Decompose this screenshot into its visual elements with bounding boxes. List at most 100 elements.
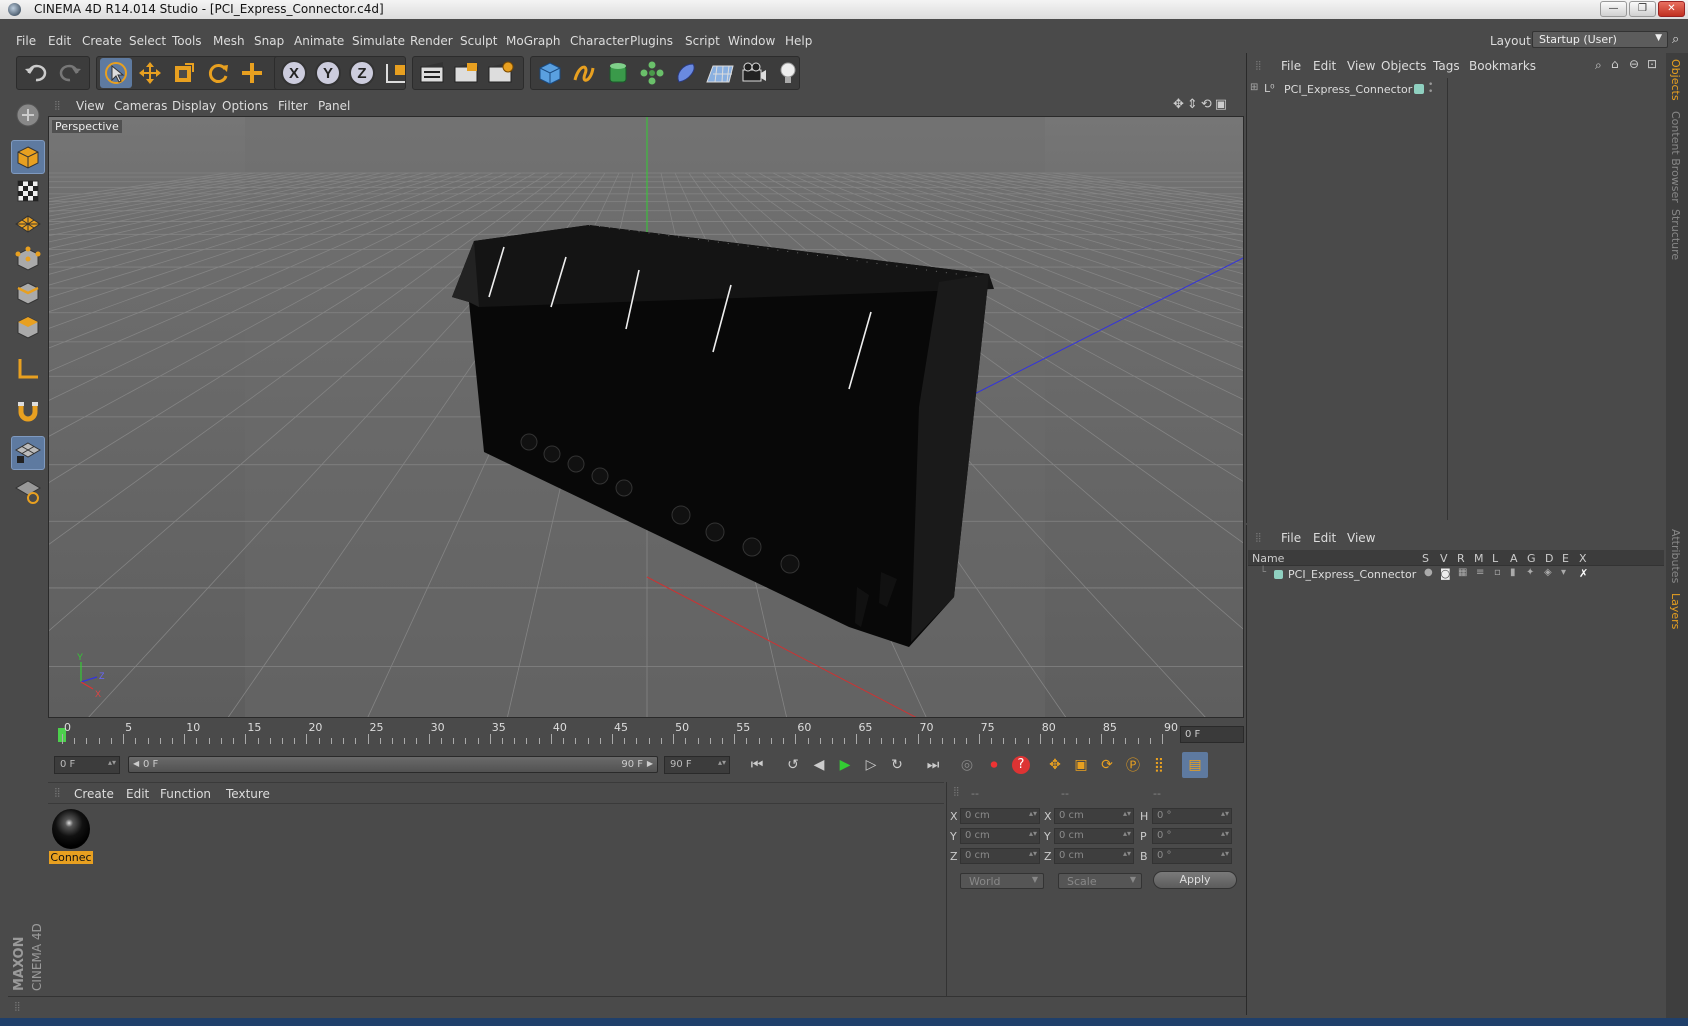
obj-menu-view[interactable]: View <box>1347 59 1375 73</box>
col-render[interactable]: R <box>1457 552 1465 565</box>
vp-menu-cameras[interactable]: Cameras <box>114 99 167 113</box>
col-locked[interactable]: L <box>1492 552 1498 565</box>
menu-render[interactable]: Render <box>410 34 453 48</box>
position-key-icon[interactable]: ✥ <box>1042 752 1068 778</box>
start-frame-field[interactable]: 0 F ▴▾ <box>54 756 120 774</box>
obj-menu-edit[interactable]: Edit <box>1313 59 1336 73</box>
col-solo[interactable]: S <box>1422 552 1429 565</box>
polygons-mode-icon[interactable] <box>11 310 45 344</box>
menu-sculpt[interactable]: Sculpt <box>460 34 497 48</box>
spline-pen-icon[interactable] <box>568 58 600 88</box>
vp-menu-display[interactable]: Display <box>172 99 216 113</box>
menu-window[interactable]: Window <box>728 34 775 48</box>
material-name[interactable]: Connec <box>49 851 93 864</box>
menu-simulate[interactable]: Simulate <box>352 34 405 48</box>
rot-h-field[interactable]: 0 ° ▴▾ <box>1152 808 1232 824</box>
menu-mograph[interactable]: MoGraph <box>506 34 561 48</box>
autokey-icon[interactable]: ⏺ <box>981 752 1007 778</box>
manager-toggle-icon[interactable]: ≡ <box>1476 567 1484 578</box>
visibility-dots-icon[interactable]: • • <box>1428 81 1433 97</box>
keyframe-selection-icon[interactable]: ? <box>1008 752 1034 778</box>
menu-animate[interactable]: Animate <box>294 34 344 48</box>
vp-menu-filter[interactable]: Filter <box>278 99 308 113</box>
render-toggle-icon[interactable]: ▦ <box>1458 567 1467 578</box>
obj-menu-bookmarks[interactable]: Bookmarks <box>1469 59 1536 73</box>
restore-button[interactable]: ❐ <box>1629 1 1656 17</box>
tab-attributes[interactable]: Attributes <box>1669 529 1682 583</box>
redo-icon[interactable] <box>54 58 86 88</box>
rotate-icon[interactable] <box>202 58 234 88</box>
col-name[interactable]: Name <box>1252 552 1284 565</box>
z-axis-icon[interactable]: Z <box>346 58 378 88</box>
toggle-view-icon[interactable]: ▣ <box>1215 97 1230 112</box>
y-axis-icon[interactable]: Y <box>312 58 344 88</box>
col-view[interactable]: V <box>1440 552 1448 565</box>
menu-character[interactable]: Character <box>570 34 629 48</box>
animation-toggle-icon[interactable]: ▮ <box>1510 567 1516 578</box>
menu-create[interactable]: Create <box>82 34 122 48</box>
record-active-icon[interactable]: ◎ <box>954 752 980 778</box>
layer-menu-edit[interactable]: Edit <box>1313 531 1336 545</box>
close-button[interactable]: ✕ <box>1658 1 1685 17</box>
layer-menu-view[interactable]: View <box>1347 531 1375 545</box>
col-deformers[interactable]: D <box>1545 552 1553 565</box>
obj-menu-objects[interactable]: Objects <box>1381 59 1426 73</box>
tab-structure[interactable]: Structure <box>1669 209 1682 260</box>
generator-toggle-icon[interactable]: ✦ <box>1526 567 1534 578</box>
make-editable-icon[interactable] <box>11 98 45 132</box>
perspective-viewport[interactable]: Y Z X Perspective <box>48 116 1244 718</box>
obj-menu-tags[interactable]: Tags <box>1433 59 1460 73</box>
edges-mode-icon[interactable] <box>11 276 45 310</box>
size-y-field[interactable]: 0 cm ▴▾ <box>1054 828 1134 844</box>
object-name[interactable]: PCI_Express_Connector <box>1284 83 1412 96</box>
menu-help[interactable]: Help <box>785 34 812 48</box>
col-generators[interactable]: G <box>1527 552 1536 565</box>
pos-x-field[interactable]: 0 cm ▴▾ <box>960 808 1040 824</box>
rot-p-field[interactable]: 0 ° ▴▾ <box>1152 828 1232 844</box>
layer-row[interactable]: └ PCI_Express_Connector ● ◙ ▦ ≡ ▫ ▮ ✦ ◈ … <box>1250 567 1664 583</box>
menu-file[interactable]: File <box>16 34 36 48</box>
deformer-toggle-icon[interactable]: ◈ <box>1544 567 1552 578</box>
slider-right-arrow-icon[interactable]: ▶ <box>647 759 653 768</box>
expression-toggle-icon[interactable]: ▾ <box>1561 567 1566 578</box>
home-icon[interactable]: ⌂ <box>1611 57 1619 71</box>
layer-name[interactable]: PCI_Express_Connector <box>1288 568 1416 581</box>
menu-mesh[interactable]: Mesh <box>213 34 245 48</box>
go-to-start-icon[interactable]: ⏮ <box>744 752 770 778</box>
undo-icon[interactable] <box>20 58 52 88</box>
menu-select[interactable]: Select <box>129 34 166 48</box>
visible-toggle-icon[interactable]: ◙ <box>1440 567 1451 580</box>
layout-dropdown[interactable]: Startup (User) ▼ <box>1532 31 1668 48</box>
layer-color-icon[interactable] <box>1274 570 1283 579</box>
search-icon[interactable]: ⌕ <box>1672 32 1686 47</box>
planar-workplane-icon[interactable] <box>11 474 45 508</box>
model-mode-icon[interactable] <box>11 140 45 174</box>
vp-menu-options[interactable]: Options <box>222 99 268 113</box>
floor-icon[interactable] <box>704 58 736 88</box>
pan-view-icon[interactable]: ✥ <box>1173 97 1187 112</box>
minimize-button[interactable]: — <box>1600 1 1627 17</box>
locked-workplane-icon[interactable] <box>11 436 45 470</box>
search-icon[interactable]: ⌕ <box>1595 58 1602 73</box>
collapse-icon[interactable]: ⊖ <box>1629 57 1639 71</box>
vp-menu-view[interactable]: View <box>76 99 104 113</box>
camera-icon[interactable] <box>738 58 770 88</box>
preview-range-slider[interactable]: ◀ 0 F 90 F ▶ <box>128 756 658 773</box>
end-frame-field[interactable]: 90 F ▴▾ <box>664 756 730 774</box>
rotation-key-icon[interactable]: ⟳ <box>1094 752 1120 778</box>
scale-key-icon[interactable]: ▣ <box>1068 752 1094 778</box>
coordinate-system-dropdown[interactable]: World ▼ <box>960 873 1044 889</box>
scale-icon[interactable] <box>168 58 200 88</box>
layer-menu-file[interactable]: File <box>1281 531 1301 545</box>
axis-mode-icon[interactable] <box>11 352 45 386</box>
tab-objects[interactable]: Objects <box>1669 59 1682 101</box>
deformer-icon[interactable] <box>670 58 702 88</box>
points-mode-icon[interactable] <box>11 242 45 276</box>
col-animation[interactable]: A <box>1510 552 1518 565</box>
size-x-field[interactable]: 0 cm ▴▾ <box>1054 808 1134 824</box>
parameter-key-icon[interactable]: Ⓟ <box>1120 752 1146 778</box>
rot-b-field[interactable]: 0 ° ▴▾ <box>1152 848 1232 864</box>
add-object-icon[interactable] <box>236 58 268 88</box>
menu-snap[interactable]: Snap <box>254 34 284 48</box>
previous-frame-icon[interactable]: ◀ <box>806 752 832 778</box>
